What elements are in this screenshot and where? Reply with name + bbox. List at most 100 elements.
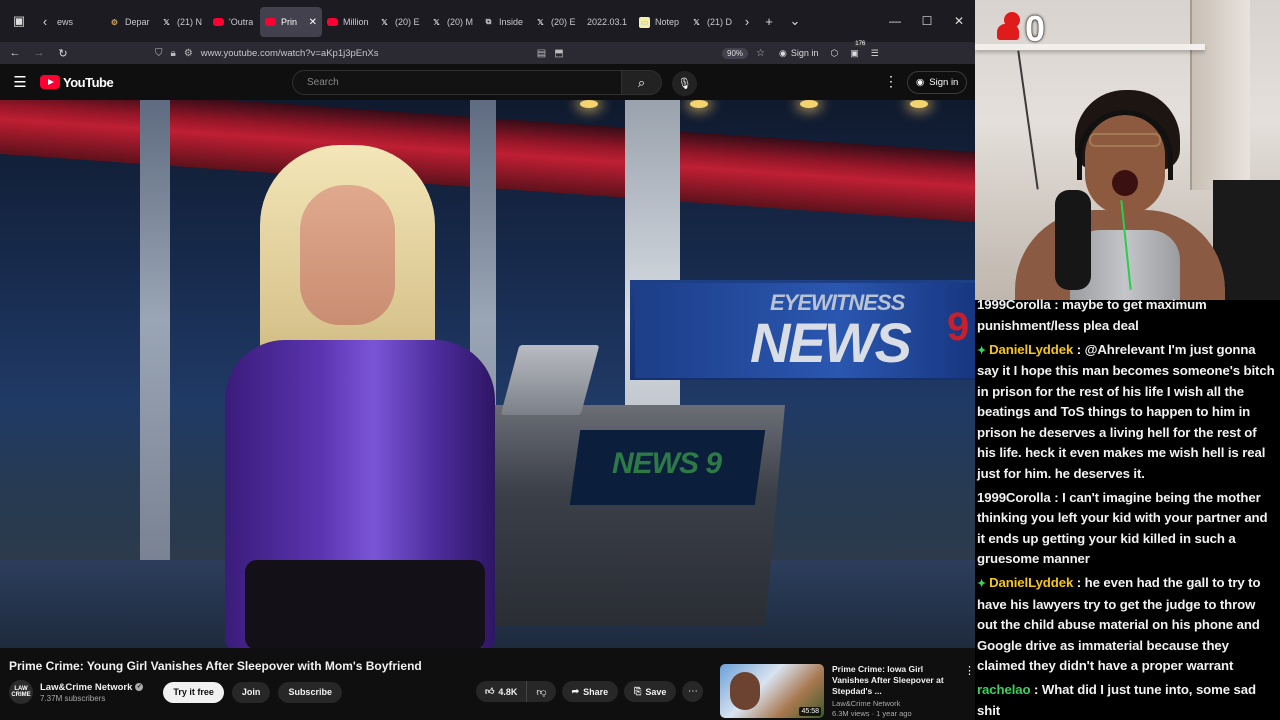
close-tab-icon[interactable]: ✕ bbox=[309, 17, 317, 28]
settings-kebab-icon[interactable]: ⋮ bbox=[884, 73, 898, 90]
browser-tab[interactable]: ews bbox=[52, 7, 104, 37]
maximize-icon[interactable]: ☐ bbox=[911, 14, 943, 28]
url-text[interactable]: www.youtube.com/watch?v=aKp1j3pEnXs bbox=[201, 48, 379, 59]
browser-tab[interactable]: 𝕏 (21) D bbox=[686, 7, 738, 37]
recommended-duration: 45:58 bbox=[799, 707, 821, 716]
browser-tab[interactable]: 𝕏 (21) N bbox=[156, 7, 208, 37]
browser-tab[interactable]: 𝕏 (20) E bbox=[530, 7, 582, 37]
shield-icon[interactable]: ⛉ bbox=[155, 48, 163, 59]
chat-username[interactable]: 1999Corolla bbox=[977, 490, 1051, 505]
join-button[interactable]: Join bbox=[231, 681, 271, 703]
recommended-thumbnail[interactable]: 45:58 bbox=[720, 664, 824, 718]
news-wall-logo: NEWS bbox=[750, 311, 912, 374]
search-button[interactable]: ⌕ bbox=[622, 70, 662, 95]
news-wall-number: 9 bbox=[947, 305, 970, 349]
scroll-tabs-right-icon[interactable]: › bbox=[738, 7, 756, 35]
screenshot-icon[interactable]: ⬒ bbox=[554, 48, 563, 59]
webcam-feed: 0 bbox=[975, 0, 1280, 300]
permissions-icon[interactable]: ⚙ bbox=[184, 48, 193, 59]
channel-name-row[interactable]: Law&Crime Network ✓ bbox=[40, 682, 144, 693]
nav-bar: ← → ↻ ⛉ 🔒︎ ⚙ www.youtube.com/watch?v=aKp… bbox=[0, 40, 975, 64]
browser-tab-label: Depar bbox=[125, 17, 150, 27]
minimize-icon[interactable]: — bbox=[879, 14, 911, 28]
x-icon: 𝕏 bbox=[381, 17, 388, 27]
recommended-info: Prime Crime: Iowa Girl Vanishes After Sl… bbox=[832, 664, 962, 720]
save-button[interactable]: ⎘ Save bbox=[624, 681, 677, 702]
close-window-icon[interactable]: ✕ bbox=[943, 14, 975, 28]
tab-overview-icon[interactable]: ▣ bbox=[0, 7, 38, 35]
dislike-button[interactable]: 👎︎ bbox=[526, 681, 555, 702]
reader-view-icon[interactable]: ▤ bbox=[537, 48, 546, 59]
youtube-play-icon bbox=[40, 75, 60, 89]
search-input[interactable] bbox=[292, 70, 622, 95]
menu-icon[interactable]: ☰ bbox=[871, 48, 879, 59]
chat-panel: 1999Corolla : maybe to get maximum punis… bbox=[975, 295, 1280, 720]
browser-tab[interactable]: ⚙ Depar bbox=[104, 7, 156, 37]
try-free-button[interactable]: Try it free bbox=[163, 681, 224, 703]
browser-tab-label: (20) E bbox=[395, 17, 420, 27]
microphone-icon: 🎙︎ bbox=[677, 78, 692, 90]
voice-search-button[interactable]: 🎙︎ bbox=[672, 71, 697, 96]
lock-icon[interactable]: 🔒︎ bbox=[171, 48, 176, 59]
save-label: Save bbox=[645, 686, 667, 697]
video-player[interactable]: EYEWITNESS NEWS 9 NEWS 9 bbox=[0, 100, 975, 648]
recommended-channel: Law&Crime Network bbox=[832, 699, 901, 708]
desk-chair bbox=[500, 345, 600, 415]
browser-tab-label: Million bbox=[343, 17, 369, 27]
youtube-icon bbox=[213, 18, 224, 26]
forward-icon[interactable]: → bbox=[27, 47, 51, 59]
youtube-signin-button[interactable]: ◉ Sign in bbox=[907, 71, 968, 94]
recommended-kebab-icon[interactable]: ⋮ bbox=[964, 664, 975, 720]
chat-message: 1999Corolla : I can't imagine being the … bbox=[977, 488, 1278, 570]
reload-icon[interactable]: ↻ bbox=[51, 47, 75, 60]
share-button[interactable]: ➦ Share bbox=[561, 681, 619, 702]
x-icon: 𝕏 bbox=[537, 17, 544, 27]
like-button[interactable]: 👍︎ 4.8K bbox=[476, 681, 526, 702]
browser-tab[interactable]: Prin ✕ bbox=[260, 7, 322, 37]
account-signin-label: Sign in bbox=[790, 48, 819, 58]
video-actions: 👍︎ 4.8K 👎︎ ➦ Share ⎘ Save ⋯ bbox=[476, 681, 704, 702]
chat-message: ✦ DanielLyddek : @Ahrelevant I'm just gon… bbox=[977, 340, 1278, 485]
interviewee bbox=[205, 140, 495, 648]
browser-tab[interactable]: Million bbox=[322, 7, 374, 37]
browser-tab-label: (20) M bbox=[447, 17, 473, 27]
channel-name[interactable]: Law&Crime Network bbox=[40, 682, 132, 693]
streamer bbox=[1015, 90, 1225, 300]
bookmark-icon: ⧉ bbox=[485, 17, 492, 26]
share-label: Share bbox=[583, 686, 609, 697]
browser-tab[interactable]: 𝕏 (20) M bbox=[426, 7, 478, 37]
more-actions-icon[interactable]: ⋯ bbox=[682, 681, 704, 702]
chat-username[interactable]: rachelao bbox=[977, 682, 1031, 697]
channel-avatar[interactable]: LAW CRIME bbox=[9, 680, 33, 704]
account-signin-button[interactable]: ◉ Sign in bbox=[779, 48, 818, 59]
youtube-icon bbox=[327, 18, 338, 26]
chat-username[interactable]: DanielLyddek bbox=[989, 575, 1073, 590]
browser-tab-label: 'Outra bbox=[229, 17, 254, 27]
extensions-icon[interactable]: ⬡ bbox=[830, 48, 838, 59]
zoom-level[interactable]: 90% bbox=[722, 47, 749, 59]
subscriber-badge-icon: ✦ bbox=[977, 344, 987, 357]
back-icon[interactable]: ← bbox=[3, 47, 27, 59]
browser-tab[interactable]: 'Outra bbox=[208, 7, 260, 37]
bookmark-star-icon[interactable]: ☆ bbox=[756, 48, 765, 59]
tab-list-icon[interactable]: ⌄ bbox=[782, 7, 808, 35]
thumbs-up-icon: 👍︎ bbox=[485, 686, 495, 696]
note-icon: ▭ bbox=[639, 16, 650, 28]
browser-tab[interactable]: 𝕏 (20) E bbox=[374, 7, 426, 37]
browser-tab[interactable]: ⧉ Inside bbox=[478, 7, 530, 37]
guide-menu-icon[interactable]: ☰ bbox=[0, 73, 40, 91]
addon-icon[interactable]: ▣ 176 bbox=[850, 40, 867, 59]
recommended-title[interactable]: Prime Crime: Iowa Girl Vanishes After Sl… bbox=[832, 664, 962, 697]
chat-username[interactable]: 1999Corolla bbox=[977, 297, 1051, 312]
recommended-video[interactable]: 45:58 Prime Crime: Iowa Girl Vanishes Af… bbox=[720, 664, 975, 720]
browser-tab[interactable]: 2022.03.1 bbox=[582, 7, 634, 37]
search-icon: ⌕ bbox=[637, 74, 646, 90]
browser-tab[interactable]: ▭ Notep bbox=[634, 7, 686, 37]
url-bar[interactable]: ⛉ 🔒︎ ⚙ www.youtube.com/watch?v=aKp1j3pEn… bbox=[155, 44, 765, 62]
chat-username[interactable]: DanielLyddek bbox=[989, 342, 1073, 357]
scroll-tabs-left-icon[interactable]: ‹ bbox=[38, 7, 52, 35]
youtube-logo[interactable]: YouTube bbox=[40, 75, 114, 90]
youtube-icon bbox=[265, 18, 276, 26]
subscribe-button[interactable]: Subscribe bbox=[278, 681, 342, 703]
new-tab-icon[interactable]: + bbox=[756, 7, 782, 35]
